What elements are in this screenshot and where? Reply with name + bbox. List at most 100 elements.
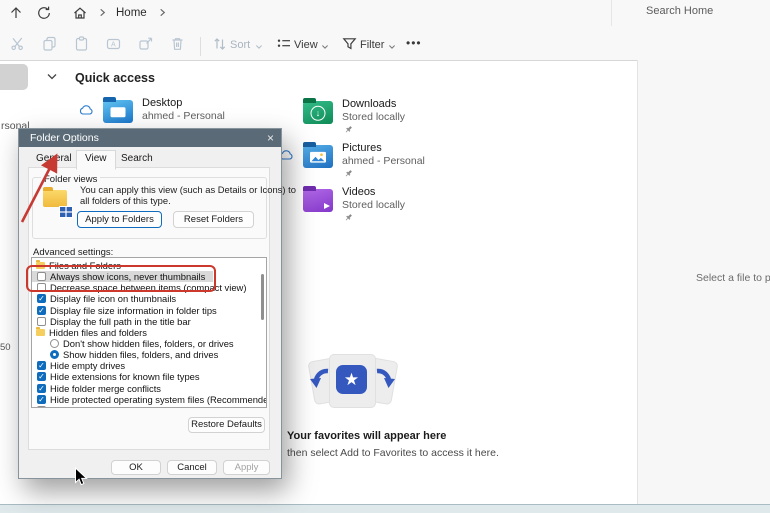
advanced-item-radio[interactable]: Show hidden files, folders, and drives <box>32 349 266 360</box>
cloud-sync-icon <box>79 105 94 115</box>
advanced-item-radio[interactable]: Don't show hidden files, folders, or dri… <box>32 338 266 349</box>
checkbox[interactable]: ✓ <box>37 361 46 370</box>
advanced-item-label: Hide protected operating system files (R… <box>50 394 267 405</box>
home-icon[interactable] <box>72 5 90 23</box>
checkbox[interactable]: ✓ <box>37 294 46 303</box>
favorites-empty-illustration: ★ <box>305 351 400 409</box>
close-icon[interactable]: × <box>267 129 274 147</box>
advanced-item-label: Hide empty drives <box>50 360 125 371</box>
rename-icon[interactable]: A <box>106 36 128 58</box>
checkbox[interactable]: ✓ <box>37 384 46 393</box>
tile-subtitle: ahmed - Personal <box>342 155 425 167</box>
breadcrumb-chevron-icon[interactable] <box>158 8 167 17</box>
checkbox[interactable]: ✓ <box>37 372 46 381</box>
tab-view[interactable]: View <box>76 150 116 170</box>
chevron-down-icon <box>388 44 396 50</box>
curved-arrow-right-icon <box>373 366 397 396</box>
tile-subtitle: Stored locally <box>342 199 405 211</box>
search-input[interactable]: Search Home <box>611 0 770 26</box>
radio-button[interactable] <box>50 350 59 359</box>
radio-button[interactable] <box>50 339 59 348</box>
checkbox[interactable] <box>37 317 46 326</box>
advanced-item-label: Hide extensions for known file types <box>50 371 200 382</box>
advanced-item-check[interactable]: ✓ Hide empty drives <box>32 360 266 371</box>
sidebar-text-fragment[interactable]: 50 <box>0 342 11 353</box>
advanced-item-check[interactable]: Display the full path in the title bar <box>32 316 266 327</box>
advanced-item-label: Launch folder windows in a separate proc… <box>50 405 238 408</box>
advanced-item-label: Don't show hidden files, folders, or dri… <box>63 338 234 349</box>
videos-folder-icon <box>303 189 333 212</box>
star-icon: ★ <box>336 365 367 394</box>
copy-icon[interactable] <box>42 36 64 58</box>
chevron-down-icon <box>321 44 329 50</box>
explorer-chrome: Home Search Home A Sort <box>0 0 770 61</box>
quick-access-header[interactable]: Quick access <box>75 71 155 85</box>
checkbox[interactable] <box>37 406 46 408</box>
advanced-item-check[interactable]: ✓Display file icon on thumbnails <box>32 293 266 304</box>
advanced-item-check[interactable]: ✓ Hide extensions for known file types <box>32 371 266 382</box>
folder-views-description-line2: all folders of this type. <box>80 195 171 206</box>
pin-icon <box>344 213 353 222</box>
chevron-down-icon <box>255 44 263 50</box>
favorites-empty-subtitle: then select Add to Favorites to access i… <box>287 447 499 459</box>
dialog-titlebar[interactable]: Folder Options × <box>19 129 281 147</box>
share-icon[interactable] <box>138 36 160 58</box>
preview-pane: Select a file to preview <box>637 60 770 504</box>
toolbar-divider <box>200 37 201 56</box>
folder-views-description-line1: You can apply this view (such as Details… <box>80 184 296 195</box>
advanced-item-group[interactable]: Hidden files and folders <box>32 327 266 338</box>
annotation-arrow <box>12 148 72 232</box>
filter-button[interactable]: Filter <box>360 39 384 51</box>
cancel-button[interactable]: Cancel <box>167 460 217 475</box>
breadcrumb-chevron-icon <box>98 8 107 17</box>
file-tile-downloads[interactable]: ↓DownloadsStored locally <box>303 100 513 142</box>
up-button[interactable] <box>8 5 26 23</box>
download-arrow-icon: ↓ <box>311 105 326 120</box>
quick-access-collapse-icon[interactable] <box>46 72 58 82</box>
apply-button[interactable]: Apply <box>223 460 270 475</box>
annotation-highlight-rectangle <box>26 265 216 292</box>
list-scrollbar-thumb[interactable] <box>261 274 264 320</box>
paste-icon[interactable] <box>74 36 96 58</box>
advanced-item-check[interactable]: ✓ Hide protected operating system files (… <box>32 394 266 405</box>
downloads-folder-icon: ↓ <box>303 101 333 124</box>
cut-icon[interactable] <box>10 36 32 58</box>
advanced-item-label: Hide folder merge conflicts <box>50 383 161 394</box>
search-placeholder: Search Home <box>646 5 713 17</box>
svg-text:A: A <box>111 42 116 49</box>
preview-placeholder: Select a file to preview <box>696 272 770 284</box>
refresh-button[interactable] <box>36 5 54 23</box>
monitor-icon <box>111 107 126 117</box>
checkbox[interactable]: ✓ <box>37 306 46 315</box>
sort-button[interactable]: Sort <box>230 39 250 51</box>
taskbar-edge <box>0 504 770 513</box>
dialog-title: Folder Options <box>30 132 99 144</box>
folder-icon <box>36 329 45 336</box>
pictures-folder-icon <box>303 145 333 168</box>
advanced-item-label: Display file size information in folder … <box>50 305 217 316</box>
view-button[interactable]: View <box>294 39 318 51</box>
more-button[interactable]: ••• <box>406 36 422 50</box>
advanced-item-check[interactable]: ✓ Display file size information in folder… <box>32 305 266 316</box>
sidebar-item-selected[interactable] <box>0 64 28 90</box>
file-tile-pictures[interactable]: Picturesahmed - Personal <box>303 144 513 186</box>
favorites-empty-title: Your favorites will appear here <box>287 430 446 442</box>
tile-title: Desktop <box>142 97 182 109</box>
curved-arrow-left-icon <box>308 366 332 396</box>
restore-defaults-button[interactable]: Restore Defaults <box>188 417 265 433</box>
advanced-item-label: Show hidden files, folders, and drives <box>63 349 218 360</box>
breadcrumb-home[interactable]: Home <box>116 5 147 21</box>
reset-folders-button[interactable]: Reset Folders <box>173 211 254 228</box>
tab-search[interactable]: Search <box>113 151 161 167</box>
checkbox[interactable]: ✓ <box>37 395 46 404</box>
tile-title: Videos <box>342 186 375 198</box>
advanced-item-check[interactable]: Launch folder windows in a separate proc… <box>32 405 266 408</box>
apply-to-folders-button[interactable]: Apply to Folders <box>77 211 162 228</box>
tile-subtitle: Stored locally <box>342 111 405 123</box>
pin-icon <box>344 169 353 178</box>
delete-icon[interactable] <box>170 36 192 58</box>
ok-button[interactable]: OK <box>111 460 161 475</box>
advanced-item-check[interactable]: ✓ Hide folder merge conflicts <box>32 383 266 394</box>
file-tile-videos[interactable]: VideosStored locally <box>303 188 513 230</box>
advanced-item-label: Display the full path in the title bar <box>50 316 191 327</box>
